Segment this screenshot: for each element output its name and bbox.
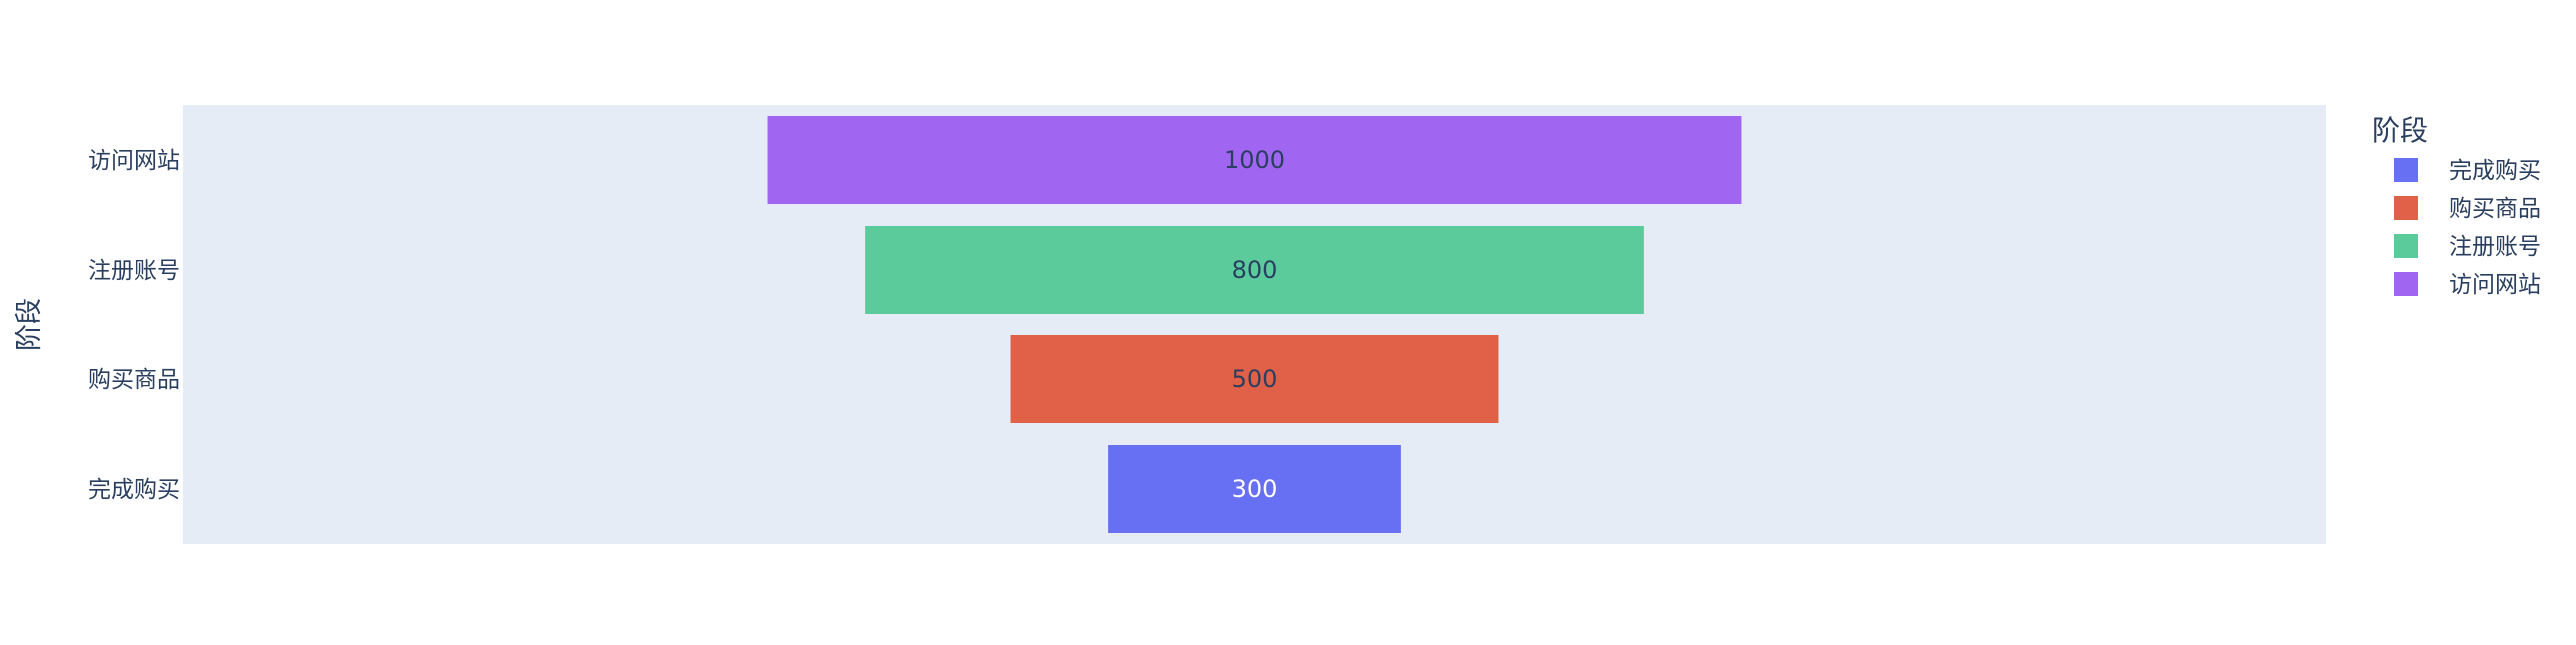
- bar-value-label: 500: [1232, 365, 1278, 393]
- y-axis-ticks: 访问网站注册账号购买商品完成购买: [88, 148, 180, 503]
- y-tick-label: 完成购买: [88, 477, 180, 503]
- legend-swatch[interactable]: [2394, 272, 2418, 296]
- legend-title: 阶段: [2372, 114, 2428, 147]
- legend-swatch[interactable]: [2394, 196, 2418, 220]
- y-tick-label: 注册账号: [88, 258, 180, 284]
- legend-swatch[interactable]: [2394, 158, 2418, 182]
- legend-item-label[interactable]: 购买商品: [2449, 196, 2541, 222]
- bar-value-label: 300: [1232, 475, 1278, 503]
- y-tick-label: 访问网站: [88, 148, 180, 174]
- y-axis-title: 阶段: [14, 298, 45, 351]
- funnel-chart: 1000800500300 访问网站注册账号购买商品完成购买 阶段 阶段 完成购…: [14, 105, 2541, 544]
- legend-item-label[interactable]: 注册账号: [2449, 234, 2541, 260]
- bar-value-label: 1000: [1224, 146, 1285, 174]
- legend-item-label[interactable]: 完成购买: [2449, 158, 2541, 184]
- legend: 阶段 完成购买购买商品注册账号访问网站: [2372, 114, 2541, 298]
- y-tick-label: 购买商品: [88, 367, 180, 393]
- legend-swatch[interactable]: [2394, 234, 2418, 258]
- bar-value-label: 800: [1232, 256, 1278, 284]
- legend-item-label[interactable]: 访问网站: [2449, 272, 2541, 298]
